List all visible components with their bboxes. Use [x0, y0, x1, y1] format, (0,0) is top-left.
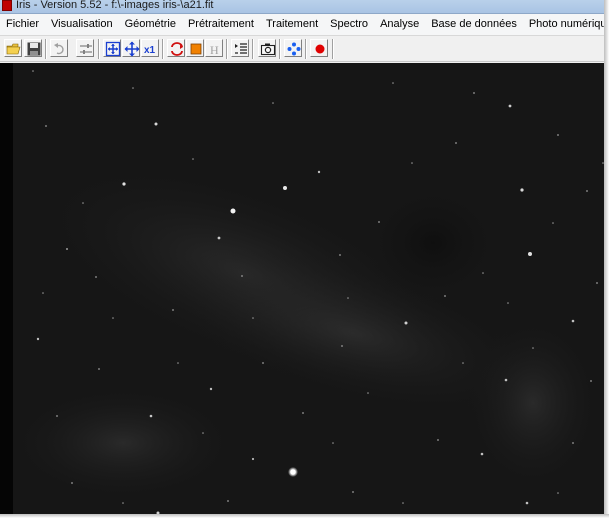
toolbar-separator — [162, 39, 164, 59]
header-button[interactable]: H — [205, 39, 223, 57]
menu-bar: Fichier Visualisation Géométrie Prétrait… — [0, 14, 604, 35]
star — [209, 387, 213, 391]
image-left-border — [0, 63, 13, 514]
menu-pretraitement[interactable]: Prétraitement — [182, 14, 260, 35]
zoom-fit-button[interactable] — [103, 39, 121, 57]
iris-window: Iris - Version 5.52 - f:\-images iris-\a… — [0, 0, 604, 514]
menu-photo-numerique[interactable]: Photo numérique — [523, 14, 604, 35]
blue-diamond-icon — [287, 42, 301, 56]
star — [149, 414, 153, 418]
move-button[interactable] — [122, 39, 140, 57]
list-button[interactable] — [231, 39, 249, 57]
star — [528, 252, 532, 256]
zoom-x1-button[interactable]: x1 — [141, 39, 159, 57]
star — [36, 337, 40, 341]
toolbar-separator — [98, 39, 100, 59]
image-display[interactable] — [0, 63, 604, 514]
undo-button[interactable] — [50, 39, 68, 57]
menu-base-de-donnees[interactable]: Base de données — [425, 14, 523, 35]
threshold-sliders-icon — [80, 44, 92, 54]
h-label: H — [210, 43, 219, 57]
toolbar-separator — [279, 39, 281, 59]
app-icon[interactable] — [2, 0, 12, 11]
menu-fichier[interactable]: Fichier — [0, 14, 45, 35]
star — [525, 501, 529, 505]
star — [283, 186, 287, 190]
refresh-button[interactable] — [167, 39, 185, 57]
star-field-image[interactable] — [13, 63, 604, 514]
star — [122, 182, 126, 186]
star — [508, 104, 512, 108]
x1-label: x1 — [144, 45, 156, 56]
color-square-button[interactable] — [186, 39, 204, 57]
star — [504, 378, 508, 382]
refresh-red-icon — [171, 42, 183, 56]
open-button[interactable] — [4, 39, 22, 57]
open-folder-icon — [6, 43, 21, 55]
zoom-fit-icon — [105, 41, 121, 57]
blue-diamond-button[interactable] — [284, 39, 302, 57]
star — [317, 170, 321, 174]
star — [230, 208, 236, 214]
camera-icon — [260, 43, 276, 56]
menu-visualisation[interactable]: Visualisation — [45, 14, 119, 35]
orange-square-icon — [190, 43, 202, 55]
menu-traitement[interactable]: Traitement — [260, 14, 324, 35]
menu-geometrie[interactable]: Géométrie — [119, 14, 182, 35]
move-arrows-icon — [124, 41, 140, 57]
star — [251, 457, 255, 461]
save-disk-icon — [27, 42, 41, 56]
bright-star-core — [290, 469, 296, 475]
menu-spectro[interactable]: Spectro — [324, 14, 374, 35]
star — [154, 122, 158, 126]
zoom-x1-icon: x1 — [144, 45, 156, 56]
undo-icon — [54, 43, 64, 55]
star — [571, 319, 575, 323]
window-bottom-border — [0, 514, 609, 518]
window-right-border — [604, 0, 609, 518]
star — [217, 236, 221, 240]
title-bar[interactable]: Iris - Version 5.52 - f:\-images iris-\a… — [0, 0, 604, 14]
star — [480, 452, 484, 456]
camera-button[interactable] — [258, 39, 276, 57]
toolbar-separator — [252, 39, 254, 59]
header-h-icon: H — [210, 43, 219, 57]
toolbar-separator — [45, 39, 47, 59]
record-button[interactable] — [310, 39, 328, 57]
star — [404, 321, 408, 325]
toolbar-separator — [332, 39, 334, 59]
red-record-icon — [315, 44, 325, 54]
list-icon — [235, 43, 247, 54]
threshold-button[interactable] — [76, 39, 94, 57]
window-title: Iris - Version 5.52 - f:\-images iris-\a… — [16, 0, 214, 11]
save-button[interactable] — [24, 39, 42, 57]
toolbar-separator — [226, 39, 228, 59]
menu-analyse[interactable]: Analyse — [374, 14, 425, 35]
toolbar: x1 H — [0, 35, 604, 62]
toolbar-separator — [305, 39, 307, 59]
star — [520, 188, 524, 192]
